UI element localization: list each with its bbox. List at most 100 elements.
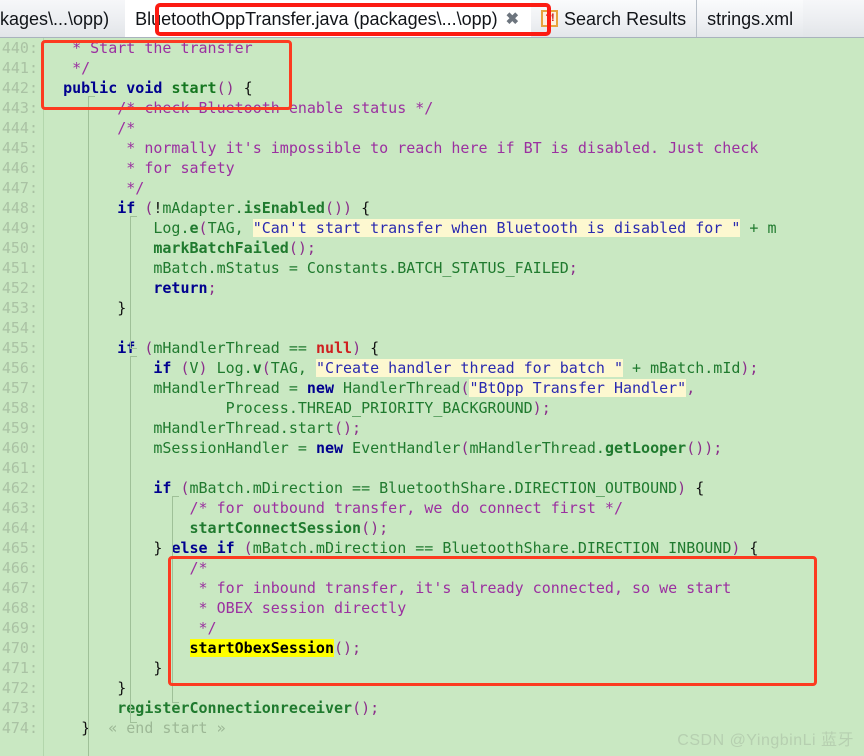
code-line[interactable]: * normally it's impossible to reach here…: [45, 138, 758, 158]
code-line[interactable]: * for safety: [45, 158, 235, 178]
line-number: 461:: [1, 459, 38, 477]
code-editor[interactable]: 440: 441: 442: 443: 444: 445: 446: 447: 448: 449:…: [0, 38, 864, 756]
fold-tick: [130, 348, 137, 349]
code-token: ();: [334, 639, 362, 657]
code-token: mHandlerThread ==: [153, 339, 316, 357]
code-line[interactable]: /* check Bluetooth enable status */: [45, 98, 433, 118]
code-line[interactable]: mSessionHandler = new EventHandler(mHand…: [45, 438, 722, 458]
fold-tick: [130, 216, 137, 217]
search-results-icon: ?!: [541, 10, 559, 27]
code-line[interactable]: Process.THREAD_PRIORITY_BACKGROUND);: [45, 398, 551, 418]
tab-opp-truncated[interactable]: kages\...\opp): [0, 0, 119, 37]
close-icon[interactable]: ✖: [504, 9, 521, 29]
code-token: V: [189, 359, 199, 377]
line-number: 442:: [1, 79, 38, 97]
code-token: mHandlerThread =: [153, 379, 307, 397]
code-token: "BtOpp Transfer Handler": [469, 379, 687, 397]
code-content[interactable]: * Start the transfer */ public void star…: [45, 38, 864, 756]
code-token: registerConnectionreceiver: [117, 699, 353, 717]
code-line[interactable]: */: [45, 58, 90, 78]
code-token: (: [261, 359, 271, 377]
code-token: Log.: [216, 359, 253, 377]
line-number: 444:: [1, 119, 38, 137]
code-token: (: [198, 219, 208, 237]
code-line[interactable]: * Start the transfer: [45, 38, 253, 58]
code-line[interactable]: startConnectSession();: [45, 518, 389, 538]
code-line[interactable]: }: [45, 678, 126, 698]
code-token: ());: [686, 439, 723, 457]
code-token: ;: [568, 259, 578, 277]
code-line[interactable]: Log.e(TAG, "Can't start transfer when Bl…: [45, 218, 777, 238]
code-line[interactable]: } « end start »: [45, 718, 226, 738]
code-token: (): [288, 239, 307, 257]
line-number: 451:: [1, 259, 38, 277]
code-token: EventHandler: [343, 439, 461, 457]
code-token: if: [216, 539, 235, 557]
code-line[interactable]: public void start() {: [45, 78, 253, 98]
code-line[interactable]: /* for outbound transfer, we do connect …: [45, 498, 622, 518]
code-line[interactable]: if (!mAdapter.isEnabled()) {: [45, 198, 370, 218]
line-number: 443:: [1, 99, 38, 117]
code-token: getLooper: [604, 439, 687, 457]
code-line[interactable]: if (V) Log.v(TAG, "Create handler thread…: [45, 358, 758, 378]
line-number: 468:: [1, 599, 38, 617]
code-token: Log.: [153, 219, 190, 237]
code-line[interactable]: mHandlerThread = new HandlerThread("BtOp…: [45, 378, 695, 398]
editor-tab-bar: kages\...\opp) BluetoothOppTransfer.java…: [0, 0, 864, 38]
code-line[interactable]: mBatch.mStatus = Constants.BATCH_STATUS_…: [45, 258, 578, 278]
code-token: * normally it's impossible to reach here…: [45, 139, 759, 157]
code-line[interactable]: if (mBatch.mDirection == BluetoothShare.…: [45, 478, 704, 498]
line-number: 449:: [1, 219, 38, 237]
code-token: {: [686, 479, 705, 497]
code-token: « end start »: [90, 719, 226, 737]
code-token: startObexSession: [189, 639, 334, 657]
fold-tick: [130, 356, 137, 357]
code-token: );: [740, 359, 759, 377]
code-line[interactable]: markBatchFailed();: [45, 238, 316, 258]
code-line[interactable]: }: [45, 658, 162, 678]
line-number: 452:: [1, 279, 38, 297]
code-line[interactable]: startObexSession();: [45, 638, 361, 658]
code-line[interactable]: * for inbound transfer, it's already con…: [45, 578, 732, 598]
code-token: ()): [324, 199, 353, 217]
code-token: * for safety: [45, 159, 235, 177]
line-number: 464:: [1, 519, 38, 537]
code-token: TAG,: [207, 219, 253, 237]
code-token: mHandlerThread.start: [153, 419, 334, 437]
tab-label: BluetoothOppTransfer.java (packages\...\…: [135, 8, 498, 29]
code-line[interactable]: * OBEX session directly: [45, 598, 407, 618]
code-line[interactable]: } else if (mBatch.mDirection == Bluetoot…: [45, 538, 758, 558]
tab-bluetoothopptransfer-java[interactable]: BluetoothOppTransfer.java (packages\...\…: [125, 0, 532, 37]
line-number: 466:: [1, 559, 38, 577]
code-token: }: [45, 299, 127, 317]
code-token: mHandlerThread.: [469, 439, 605, 457]
code-line[interactable]: registerConnectionreceiver();: [45, 698, 379, 718]
code-token: return: [153, 279, 208, 297]
code-token: }: [45, 539, 172, 557]
line-number: 441:: [1, 59, 38, 77]
line-number: 474:: [1, 719, 38, 737]
code-token: + mBatch.mId: [622, 359, 741, 377]
code-token: * Start the transfer: [45, 39, 253, 57]
code-line[interactable]: /*: [45, 558, 207, 578]
code-token: mSessionHandler =: [153, 439, 316, 457]
code-token: {: [361, 339, 380, 357]
code-line[interactable]: mHandlerThread.start();: [45, 418, 361, 438]
code-token: ): [352, 339, 362, 357]
code-line[interactable]: */: [45, 178, 144, 198]
code-line[interactable]: if (mHandlerThread == null) {: [45, 338, 379, 358]
code-token: }: [45, 659, 163, 677]
line-number: 445:: [1, 139, 38, 157]
code-token: (: [171, 479, 190, 497]
tab-search-results[interactable]: ?! Search Results: [531, 0, 698, 37]
code-token: mBatch.mDirection == BluetoothShare.DIRE…: [252, 539, 732, 557]
tab-strings-xml[interactable]: strings.xml: [697, 0, 804, 37]
tab-label: Search Results: [564, 8, 687, 29]
code-line[interactable]: }: [45, 298, 126, 318]
code-token: (: [234, 539, 253, 557]
code-line[interactable]: /*: [45, 118, 135, 138]
